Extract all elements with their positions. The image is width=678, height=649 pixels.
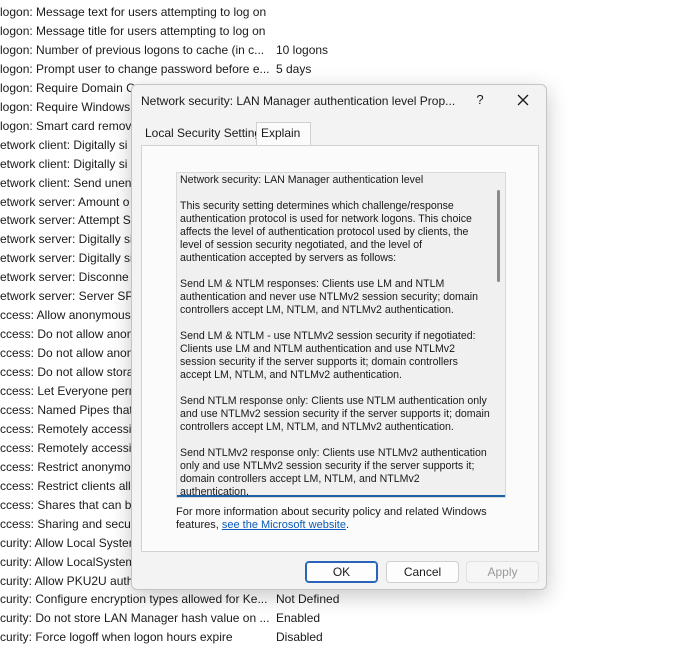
explain-paragraph: Send NTLM response only: Clients use NTL…	[180, 395, 490, 433]
policy-name: ccess: Sharing and securit	[0, 516, 141, 531]
tab-explain[interactable]: Explain	[256, 122, 311, 145]
policy-name: logon: Require Domain Co	[0, 80, 142, 95]
microsoft-website-link[interactable]: see the Microsoft website	[222, 519, 346, 531]
policy-name: ccess: Remotely accessibl	[0, 421, 141, 436]
policy-name: ccess: Remotely accessibl	[0, 440, 141, 455]
policy-row[interactable]: logon: Message title for users attemptin…	[0, 22, 430, 41]
policy-name: ccess: Named Pipes that c	[0, 402, 143, 417]
close-button[interactable]	[513, 90, 533, 110]
policy-name: logon: Message text for users attempting…	[0, 5, 267, 19]
policy-name: ccess: Do not allow storag	[0, 365, 141, 380]
policy-name: ccess: Shares that can be a	[0, 497, 149, 512]
policy-name: etwork server: Attempt S	[0, 213, 131, 228]
policy-name: curity: Configure encryption types allow…	[0, 592, 268, 607]
policy-name: logon: Prompt user to change password be…	[0, 61, 270, 76]
policy-name: curity: Allow PKU2U auth	[0, 573, 134, 588]
policy-name: logon: Smart card remov	[0, 118, 132, 133]
policy-name: etwork server: Digitally si	[0, 232, 133, 247]
policy-name: curity: Allow LocalSystem	[0, 554, 136, 569]
explain-tab-panel: Network security: LAN Manager authentica…	[141, 145, 539, 552]
policy-name: logon: Number of previous logons to cach…	[0, 42, 265, 57]
ok-button[interactable]: OK	[305, 561, 378, 583]
policy-name: etwork client: Digitally si	[0, 137, 128, 152]
policy-name: etwork server: Disconne	[0, 270, 129, 285]
explain-text: Network security: LAN Manager authentica…	[180, 174, 490, 498]
policy-row[interactable]: curity: Configure encryption types allow…	[0, 590, 430, 609]
policy-name: curity: Force logoff when logon hours ex…	[0, 630, 233, 645]
policy-setting: Not Defined	[276, 592, 340, 607]
policy-name: ccess: Let Everyone permi	[0, 384, 142, 398]
explain-text-box[interactable]: Network security: LAN Manager authentica…	[176, 172, 506, 498]
policy-name: logon: Require Windows	[0, 99, 131, 114]
policy-setting: Disabled	[276, 630, 323, 645]
close-icon	[517, 94, 529, 106]
apply-button[interactable]: Apply	[466, 561, 539, 583]
scrollbar-thumb[interactable]	[497, 190, 500, 282]
tab-local-security-setting[interactable]: Local Security Setting	[141, 123, 261, 144]
policy-name: etwork server: Digitally si	[0, 251, 133, 266]
properties-dialog: Network security: LAN Manager authentica…	[131, 84, 547, 590]
policy-name: etwork server: Amount o	[0, 194, 130, 209]
policy-name: curity: Allow Local Syster	[0, 535, 133, 550]
policy-setting: 10 logons	[276, 42, 329, 57]
policy-row[interactable]: logon: Number of previous logons to cach…	[0, 41, 430, 60]
more-info-text: For more information about security poli…	[176, 506, 506, 532]
policy-setting: Enabled	[276, 611, 321, 626]
help-button[interactable]: ?	[472, 91, 488, 109]
explain-paragraph: Network security: LAN Manager authentica…	[180, 174, 424, 186]
dialog-title: Network security: LAN Manager authentica…	[141, 94, 456, 108]
cancel-button[interactable]: Cancel	[386, 561, 459, 583]
policy-name: ccess: Do not allow anony	[0, 327, 140, 342]
policy-name: etwork client: Send unen	[0, 175, 132, 190]
policy-name: logon: Message title for users attemptin…	[0, 23, 266, 38]
policy-row[interactable]: logon: Prompt user to change password be…	[0, 60, 430, 79]
policy-name: etwork client: Digitally si	[0, 156, 128, 171]
policy-setting: 5 days	[276, 61, 312, 76]
explain-paragraph: Send LM & NTLM - use NTLMv2 session secu…	[180, 330, 476, 381]
policy-name: ccess: Restrict clients allow	[0, 478, 147, 493]
policy-name: ccess: Allow anonymous S	[0, 308, 143, 323]
explain-paragraph: This security setting determines which c…	[180, 200, 472, 264]
policy-name: ccess: Do not allow anony	[0, 346, 140, 361]
policy-row[interactable]: logon: Message text for users attempting…	[0, 3, 430, 22]
more-info-suffix: .	[345, 519, 350, 531]
explain-paragraph: Send LM & NTLM responses: Clients use LM…	[180, 278, 478, 316]
policy-row[interactable]: curity: Do not store LAN Manager hash va…	[0, 609, 430, 628]
policy-name: ccess: Restrict anonymous	[0, 459, 144, 474]
policy-name: curity: Do not store LAN Manager hash va…	[0, 611, 270, 626]
explain-paragraph: Send NTLMv2 response only: Clients use N…	[180, 447, 487, 498]
policy-name: etwork server: Server SPN	[0, 289, 143, 304]
focus-underline	[177, 495, 505, 497]
policy-row[interactable]: curity: Force logoff when logon hours ex…	[0, 628, 430, 647]
